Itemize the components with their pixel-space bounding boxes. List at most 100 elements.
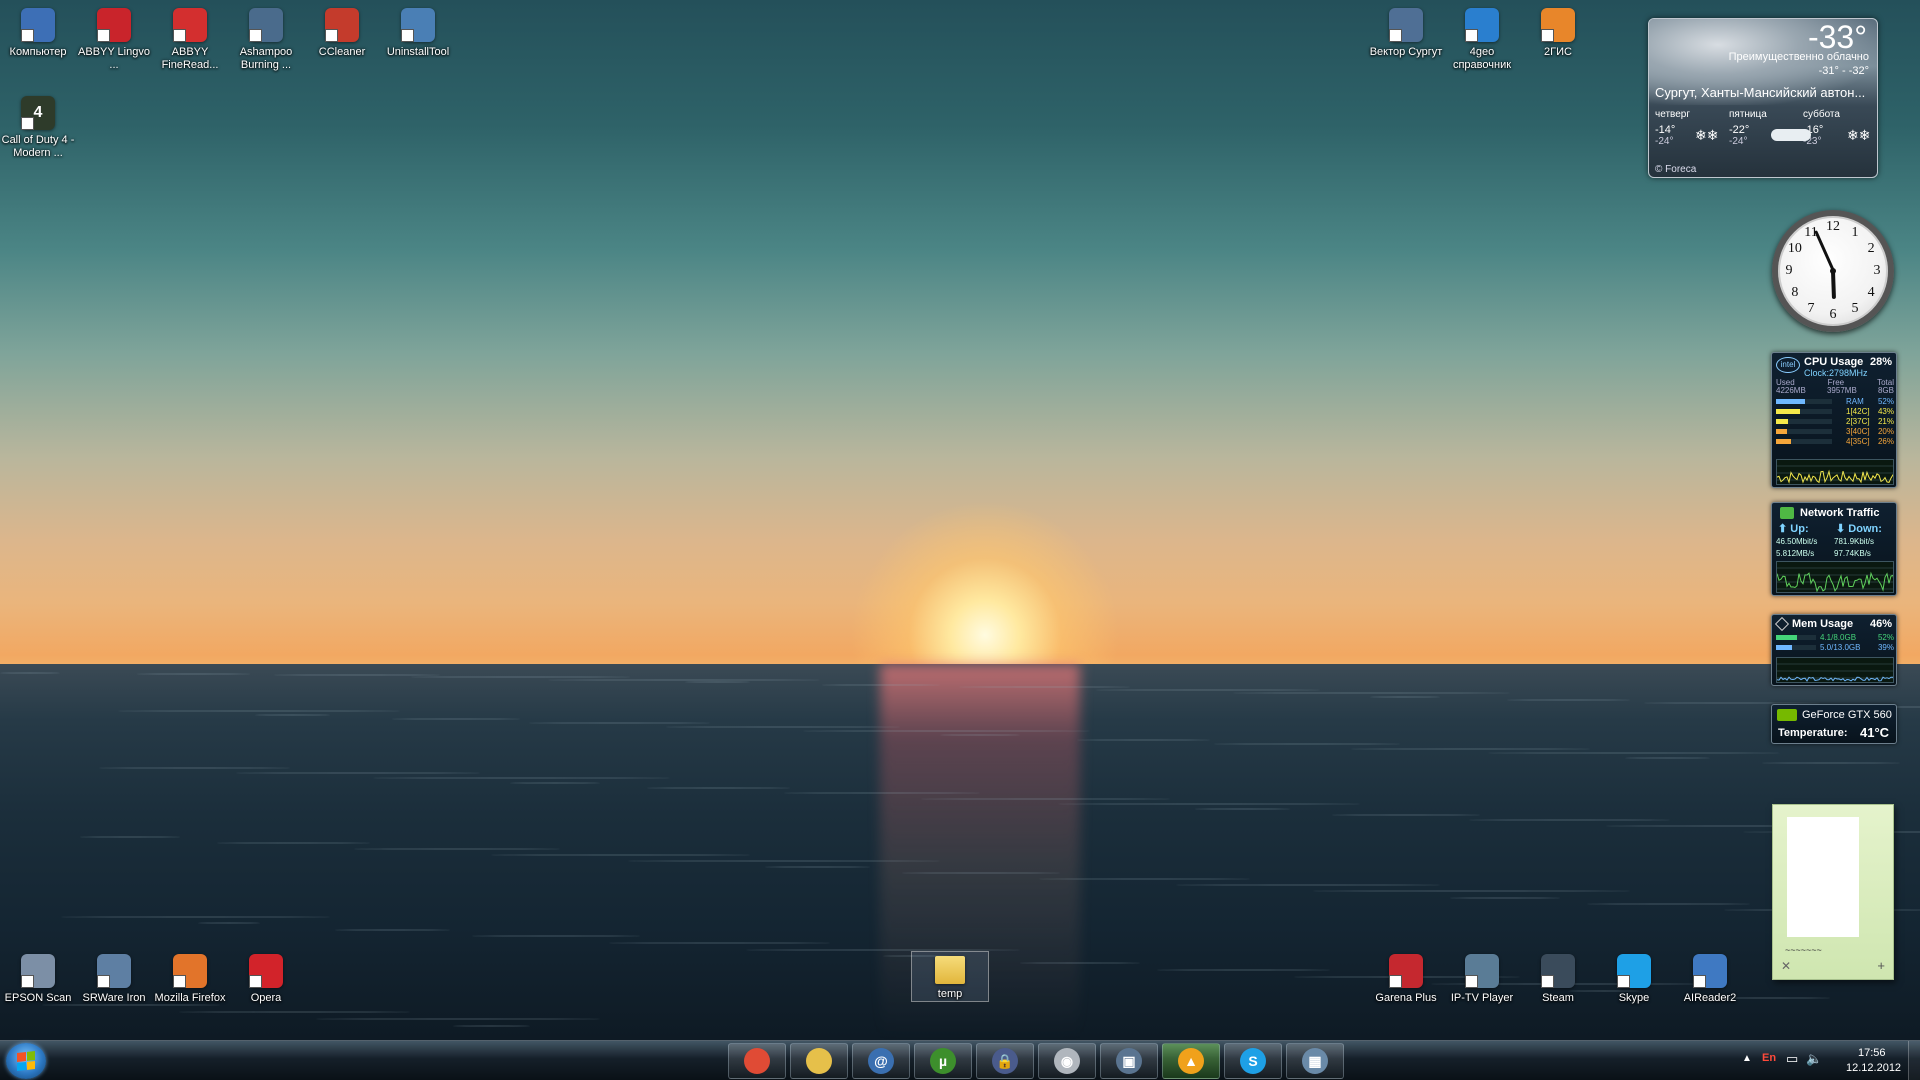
clock-number: 1 xyxy=(1851,224,1859,240)
folder-icon xyxy=(935,956,965,984)
usage-bar xyxy=(1776,429,1832,434)
taskbar-button-mail[interactable]: @ xyxy=(852,1043,910,1079)
taskbar-button-skype[interactable]: S xyxy=(1224,1043,1282,1079)
skype-icon xyxy=(1617,954,1651,988)
weather-city: Сургут, Ханты-Мансийский автон... xyxy=(1655,85,1866,100)
taskbar-button-aimp[interactable]: ▲ xyxy=(1162,1043,1220,1079)
usage-bar xyxy=(1776,409,1832,414)
desktop-icon-label: Компьютер xyxy=(9,46,67,58)
desktop-icon-4geo[interactable]: 4geo справочник xyxy=(1444,4,1520,72)
sea-wave xyxy=(529,721,710,724)
desktop-icon-computer[interactable]: Компьютер xyxy=(0,4,76,59)
folder-icon xyxy=(806,1048,832,1074)
desktop-icon-vektor-surgut[interactable]: Вектор Сургут xyxy=(1368,4,1444,59)
cpu-row: 4[35C] 26% xyxy=(1776,437,1894,446)
windows-logo-icon xyxy=(17,1051,35,1071)
desktop-icon-uninstalltool[interactable]: UninstallTool xyxy=(380,4,456,59)
memory-title: Mem Usage xyxy=(1792,618,1854,630)
sticky-note-gadget[interactable]: ~~~~~~~ ✕ + xyxy=(1772,804,1894,980)
taskbar-button-utorrent[interactable]: µ xyxy=(914,1043,972,1079)
desktop-wallpaper xyxy=(0,0,1920,1040)
taskbar-time[interactable]: 17:56 xyxy=(1858,1047,1886,1059)
memory-row: 4.1/8.0GB 52% xyxy=(1776,633,1894,642)
language-indicator[interactable]: En xyxy=(1762,1052,1776,1064)
volume-icon[interactable]: 🔈 xyxy=(1806,1051,1822,1067)
system-tray: ▲ En ▭ 🔈 17:56 12.12.2012 xyxy=(1720,1041,1920,1080)
sea-wave xyxy=(1157,968,1330,971)
sea-wave xyxy=(99,766,290,769)
desktop-icon-skype[interactable]: Skype xyxy=(1596,950,1672,1005)
gpu-temperature-gadget[interactable]: GeForce GTX 560 Temperature: 41°C xyxy=(1771,704,1897,744)
taskbar-button-chrome[interactable] xyxy=(728,1043,786,1079)
desktop-icon-label: IP-TV Player xyxy=(1450,992,1514,1004)
cpu-graph xyxy=(1776,459,1894,485)
desktop-icon-label: AIReader2 xyxy=(1683,992,1737,1004)
start-button[interactable] xyxy=(6,1043,46,1079)
cpu-usage-gadget[interactable]: intel CPU Usage 28% Clock:2798MHz Used F… xyxy=(1771,352,1897,488)
memory-graph xyxy=(1776,657,1894,683)
sea-wave xyxy=(236,771,480,774)
sea-wave xyxy=(548,678,820,681)
desktop-icon-srware-iron[interactable]: SRWare Iron xyxy=(76,950,152,1005)
taskbar-date[interactable]: 12.12.2012 xyxy=(1846,1062,1901,1074)
desktop-icon-opera[interactable]: Opera xyxy=(228,950,304,1005)
desktop-icon-label: ABBYY FineRead... xyxy=(161,46,219,71)
clock-number: 9 xyxy=(1785,263,1793,278)
network-up-label: ⬆ Up: xyxy=(1778,523,1809,535)
desktop-icon-temp-folder[interactable]: temp xyxy=(911,951,989,1002)
network-traffic-gadget[interactable]: Network Traffic ⬆ Up: ⬇ Down: 46.50Mbit/… xyxy=(1771,502,1897,596)
desktop-icon-steam[interactable]: Steam xyxy=(1520,950,1596,1005)
garena-plus-icon xyxy=(1389,954,1423,988)
cpu-row-name: 4[35C] xyxy=(1846,437,1870,446)
desktop-icon-label: UninstallTool xyxy=(386,46,450,58)
forecast-day-name: пятница xyxy=(1729,109,1767,120)
sea-wave xyxy=(510,781,600,784)
network-down-speed: 781.9Kbit/s xyxy=(1834,537,1875,546)
control-panel-icon: ▦ xyxy=(1302,1048,1328,1074)
taskbar-button-media[interactable]: ◉ xyxy=(1038,1043,1096,1079)
taskbar-button-explorer[interactable] xyxy=(790,1043,848,1079)
desktop-icon-ccleaner[interactable]: CCleaner xyxy=(304,4,380,59)
show-hidden-icons-icon[interactable]: ▲ xyxy=(1742,1053,1752,1064)
sea-wave xyxy=(118,709,400,712)
desktop-icon-call-of-duty[interactable]: 4 Call of Duty 4 - Modern ... xyxy=(0,92,76,160)
desktop-icon-iptv-player[interactable]: IP-TV Player xyxy=(1444,950,1520,1005)
desktop-icon-label: Вектор Сургут xyxy=(1369,46,1443,58)
sticky-note-close-icon[interactable]: ✕ xyxy=(1781,959,1791,973)
show-desktop-button[interactable] xyxy=(1908,1041,1920,1080)
desktop-icon-alreader[interactable]: AIReader2 xyxy=(1672,950,1748,1005)
cpu-clock: Clock:2798MHz xyxy=(1804,368,1868,378)
desktop-icon-2gis[interactable]: 2ГИС xyxy=(1520,4,1596,59)
taskbar-button-control[interactable]: ▦ xyxy=(1286,1043,1344,1079)
network-tray-icon[interactable]: ▭ xyxy=(1786,1051,1798,1067)
alreader-icon xyxy=(1693,954,1727,988)
cpu-row-name: 1[42C] xyxy=(1846,407,1870,416)
usage-bar-fill xyxy=(1776,429,1788,434)
sea-wave xyxy=(666,725,900,728)
forecast-day-name: суббота xyxy=(1803,109,1840,120)
desktop-icon-garena-plus[interactable]: Garena Plus xyxy=(1368,950,1444,1005)
weather-gadget[interactable]: -33° Преимущественно облачно -31° - -32°… xyxy=(1648,18,1878,178)
desktop-icon-abbyy-finereader[interactable]: ABBYY FineRead... xyxy=(152,4,228,72)
sea-wave xyxy=(316,1017,600,1020)
clock-gadget[interactable]: 12 1 2 3 4 5 6 7 8 9 10 11 xyxy=(1772,210,1894,332)
desktop-icon-abbyy-lingvo[interactable]: ABBYY Lingvo ... xyxy=(76,4,152,72)
desktop-icon-firefox[interactable]: Mozilla Firefox xyxy=(152,950,228,1005)
aimp-icon: ▲ xyxy=(1178,1048,1204,1074)
cpu-row-value: 52% xyxy=(1877,397,1894,406)
memory-usage-gadget[interactable]: Mem Usage 46% 4.1/8.0GB 52% 5.0/13.0GB 39% xyxy=(1771,614,1897,686)
sticky-note-add-icon[interactable]: + xyxy=(1877,958,1885,973)
sea-wave xyxy=(1351,747,1590,750)
network-down-bytes: 97.74KB/s xyxy=(1834,549,1871,558)
cpu-row-value: 20% xyxy=(1877,427,1894,436)
taskbar-button-security[interactable]: 🔒 xyxy=(976,1043,1034,1079)
gpu-temp-label: Temperature: xyxy=(1778,727,1848,739)
cloud-icon xyxy=(1771,129,1811,141)
desktop-icon-epson-scan[interactable]: EPSON Scan xyxy=(0,950,76,1005)
taskbar-button-window[interactable]: ▣ xyxy=(1100,1043,1158,1079)
desktop-icon-ashampoo-burning[interactable]: Ashampoo Burning ... xyxy=(228,4,304,72)
sea-wave xyxy=(921,797,1170,800)
memory-row: 5.0/13.0GB 39% xyxy=(1776,643,1894,652)
sea-wave xyxy=(685,680,750,683)
usage-bar-fill xyxy=(1776,409,1801,414)
